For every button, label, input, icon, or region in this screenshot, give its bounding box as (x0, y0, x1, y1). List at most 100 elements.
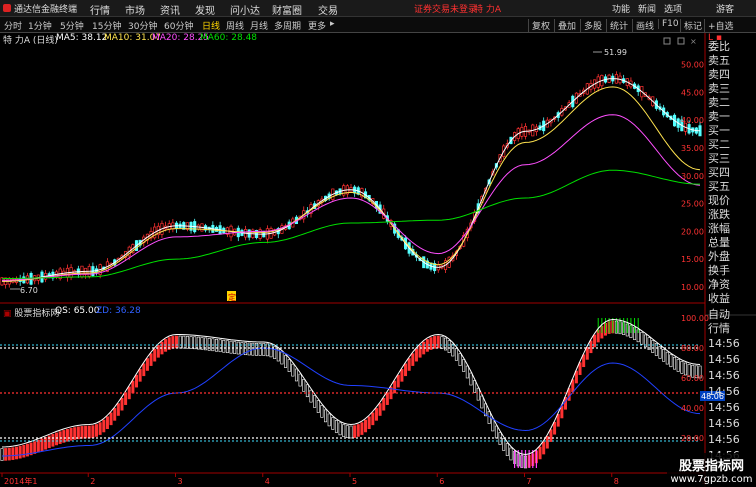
x-tick-label: 4 (265, 477, 270, 486)
indicator-bar (396, 374, 400, 388)
indicator-bar (156, 344, 160, 358)
indicator-bar (95, 424, 99, 437)
tick-time: 14:56 (708, 369, 740, 382)
indicator-bar (142, 363, 146, 377)
indicator-bar (222, 339, 226, 353)
indicator-bar (225, 340, 229, 354)
y-tick-label: 35.00 (681, 144, 704, 153)
indicator-bar (462, 359, 466, 372)
tick-time: 14:56 (708, 417, 740, 430)
low-price-label: 6.70 (20, 286, 38, 295)
indicator-bar (556, 414, 560, 427)
indicator-logo-icon: ▣ (3, 309, 12, 319)
window-controls: × (663, 37, 697, 46)
indicator-bar (11, 447, 15, 460)
indicator-bar (367, 416, 371, 430)
indicator-bar (345, 425, 349, 438)
indicator-bar (193, 336, 197, 350)
site-watermark: 股票指标网 www.7gpzb.com (667, 453, 756, 487)
indicator-bar (145, 358, 149, 371)
indicator-bar (105, 416, 109, 430)
indicator-bar (349, 425, 353, 439)
indicator-bar (22, 444, 26, 458)
indicator-bar (585, 347, 589, 360)
indicator-bar (124, 392, 128, 405)
indicator-bar (327, 413, 331, 427)
indicator-bar (287, 359, 291, 372)
indicator-bar (538, 446, 542, 460)
indicator-bar (113, 408, 117, 421)
close-icon[interactable]: × (690, 37, 697, 46)
indicator-bar (447, 340, 451, 353)
indicator-bar (662, 349, 666, 362)
indicator-bar (676, 359, 680, 372)
quote-panel: L ▪ 委比 卖五 卖四 卖三 卖二 卖一 买一 买二 买三 买四 买五 现价 … (705, 33, 756, 305)
indicator-bar (309, 389, 313, 403)
indicator-bar (469, 372, 473, 386)
indicator-bar (291, 363, 295, 377)
indicator-bar (476, 387, 480, 401)
indicator-bar (542, 441, 546, 455)
indicator-bar (353, 425, 357, 438)
indicator-bar (265, 343, 269, 357)
indicator-bar (338, 422, 342, 436)
indicator-bar (324, 409, 328, 423)
indicator-y-tick: 20.00 (681, 434, 704, 443)
indicator-bar (451, 343, 455, 357)
indicator-bar (302, 379, 306, 392)
y-tick-label: 40.00 (681, 116, 704, 125)
indicator-bar (429, 337, 433, 350)
indicator-bar (7, 447, 11, 461)
tick-time: 14:56 (708, 401, 740, 414)
restore-icon[interactable] (663, 37, 671, 45)
indicator-bar (560, 405, 564, 419)
indicator-bar (393, 380, 397, 394)
indicator-name: ▣ 股票指标网 (3, 309, 60, 319)
indicator-bar (491, 418, 495, 432)
indicator-bar (36, 439, 40, 453)
indicator-bar (494, 425, 498, 439)
watermark-line1: 股票指标网 (678, 459, 744, 474)
x-tick-label: 5 (352, 477, 357, 486)
indicator-bar (505, 443, 509, 456)
indicator-bar (284, 355, 288, 368)
marker-label: 定 (228, 292, 236, 302)
indicator-bar (400, 369, 404, 382)
indicator-bar (91, 425, 95, 438)
indicator-bar (589, 340, 593, 354)
indicator-bar (651, 340, 655, 353)
indicator-bar (680, 361, 684, 374)
indicator-bar (640, 331, 644, 345)
indicator-bar (418, 344, 422, 358)
indicator-bar (185, 335, 189, 349)
indicator-bar (385, 392, 389, 405)
indicator-bar (109, 412, 113, 426)
indicator-bar (316, 400, 320, 413)
quote-label[interactable]: 行情 (708, 320, 730, 336)
y-tick-label: 15.00 (681, 255, 704, 264)
candlestick-chart[interactable]: 100.0080.0060.0040.0020.00 2014年1 2 3 4 5 6 7 8… (0, 0, 756, 487)
indicator-bar (298, 373, 302, 387)
indicator-bar (84, 425, 88, 439)
indicator-bar (305, 384, 309, 398)
indicator-bar (414, 348, 418, 362)
tick-panel: 自动 行情 14:56 14:56 14:56 14:56 14:56 14:5… (705, 306, 756, 474)
indicator-bar (356, 424, 360, 437)
panel-label: 收益 (708, 292, 730, 305)
indicator-bar (465, 365, 469, 379)
zd-line (2, 347, 701, 457)
qs-label: QS: 65.00 (55, 306, 100, 316)
indicator-bar (196, 336, 200, 350)
indicator-bar (382, 397, 386, 411)
tick-time: 14:56 (708, 385, 740, 398)
y-tick-label: 10.00 (681, 283, 704, 292)
indicator-bar (229, 340, 233, 354)
indicator-bar (175, 335, 179, 349)
indicator-bar (171, 336, 175, 349)
indicator-bar (87, 425, 91, 439)
maximize-icon[interactable] (677, 37, 685, 45)
indicator-bar (98, 422, 102, 435)
indicator-bar (51, 434, 55, 447)
indicator-bar (502, 438, 506, 451)
indicator-y-tick: 80.00 (681, 344, 704, 353)
